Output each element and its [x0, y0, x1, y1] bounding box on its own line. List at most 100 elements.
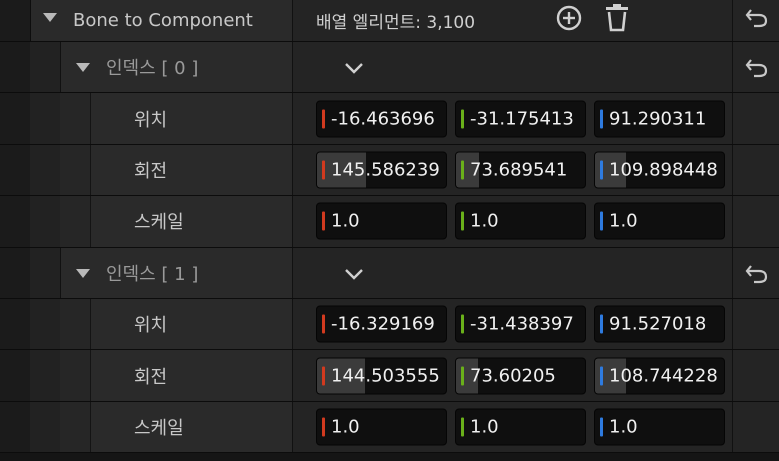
property-name: Bone to Component — [73, 10, 253, 31]
value-field-y[interactable]: 1.0 — [455, 202, 586, 240]
value-field-x[interactable]: 1.0 — [316, 202, 447, 240]
triangle-down-icon[interactable] — [76, 268, 90, 278]
array-count: 배열 엘리먼트: 3,100 — [316, 13, 476, 33]
value-text: 144.503555 — [331, 365, 440, 387]
value-field-x[interactable]: 1.0 — [316, 408, 447, 446]
gutter — [60, 93, 91, 144]
trash-icon[interactable] — [603, 3, 631, 33]
value-field-y[interactable]: -31.175413 — [455, 100, 586, 138]
name-cell — [91, 401, 292, 453]
reset-cell — [732, 299, 779, 350]
reset-arrow-icon[interactable] — [744, 7, 770, 29]
gutter — [0, 93, 31, 144]
gutter — [30, 401, 61, 453]
gutter — [0, 247, 31, 298]
array-element-header: 인덱스 [ 0 ] — [0, 42, 779, 94]
reset-cell — [732, 196, 779, 247]
value-field-z[interactable]: 1.0 — [594, 408, 725, 446]
value-text: 91.290311 — [609, 108, 707, 130]
gutter — [60, 144, 91, 196]
reset-arrow-icon[interactable] — [744, 263, 770, 285]
gutter — [30, 196, 61, 247]
transform-label: 스케일 — [134, 417, 184, 439]
axis-y-indicator — [461, 417, 464, 437]
axis-x-indicator — [322, 417, 325, 437]
chevron-down-icon[interactable] — [343, 61, 365, 75]
transform-row: 회전 144.503555 73.60205 108.744228 — [0, 350, 779, 402]
gutter — [0, 0, 31, 41]
transform-label: 위치 — [134, 109, 168, 131]
value-text: 145.586239 — [331, 159, 440, 181]
transform-row: 스케일 1.0 1.0 1.0 — [0, 401, 779, 454]
reset-arrow-icon[interactable] — [744, 57, 770, 79]
value-text: -31.438397 — [470, 313, 574, 335]
axis-y-indicator — [461, 211, 464, 231]
value-text: 1.0 — [331, 416, 360, 438]
value-text: 1.0 — [331, 210, 360, 232]
axis-z-indicator — [600, 160, 603, 180]
value-text: 1.0 — [609, 416, 638, 438]
value-field-z[interactable]: 91.527018 — [594, 305, 725, 343]
reset-cell — [732, 144, 779, 196]
transform-label: 회전 — [134, 366, 168, 388]
value-field-z[interactable]: 1.0 — [594, 202, 725, 240]
transform-row: 스케일 1.0 1.0 1.0 — [0, 196, 779, 248]
value-field-x[interactable]: -16.329169 — [316, 305, 447, 343]
transform-label: 회전 — [134, 160, 168, 182]
name-cell — [91, 299, 292, 350]
reset-cell — [732, 93, 779, 144]
value-field-x[interactable]: 144.503555 — [316, 357, 447, 395]
gutter — [0, 350, 31, 401]
transform-row: 위치 -16.463696 -31.175413 91.290311 — [0, 93, 779, 145]
chevron-down-icon[interactable] — [343, 267, 365, 281]
transform-row: 회전 145.586239 73.689541 109.898448 — [0, 144, 779, 197]
gutter — [30, 247, 61, 298]
axis-z-indicator — [600, 314, 603, 334]
value-text: 109.898448 — [609, 159, 718, 181]
details-panel: Bone to Component 배열 엘리먼트: 3,100 인덱스 [ 0… — [0, 0, 779, 461]
gutter — [60, 350, 91, 401]
axis-x-indicator — [322, 109, 325, 129]
value-field-x[interactable]: -16.463696 — [316, 100, 447, 138]
value-text: -31.175413 — [470, 108, 574, 130]
value-text: -16.329169 — [331, 313, 435, 335]
triangle-down-icon[interactable] — [43, 13, 57, 22]
value-field-y[interactable]: 73.689541 — [455, 151, 586, 189]
transform-label: 위치 — [134, 315, 168, 337]
transform-label: 스케일 — [134, 212, 184, 234]
value-text: 73.689541 — [470, 159, 568, 181]
name-cell — [91, 196, 292, 247]
triangle-down-icon[interactable] — [76, 63, 90, 72]
axis-z-indicator — [600, 109, 603, 129]
value-text: 73.60205 — [470, 365, 556, 387]
value-text: 1.0 — [470, 210, 499, 232]
axis-x-indicator — [322, 314, 325, 334]
gutter — [60, 401, 91, 453]
axis-z-indicator — [600, 211, 603, 231]
value-field-y[interactable]: 1.0 — [455, 408, 586, 446]
axis-z-indicator — [600, 366, 603, 386]
value-field-z[interactable]: 91.290311 — [594, 100, 725, 138]
value-field-x[interactable]: 145.586239 — [316, 151, 447, 189]
value-field-z[interactable]: 109.898448 — [594, 151, 725, 189]
axis-y-indicator — [461, 160, 464, 180]
gutter — [0, 144, 31, 196]
axis-y-indicator — [461, 314, 464, 334]
gutter — [30, 350, 61, 401]
axis-x-indicator — [322, 160, 325, 180]
array-element-header: 인덱스 [ 1 ] — [0, 247, 779, 299]
gutter — [30, 42, 61, 93]
value-text: 91.527018 — [609, 313, 707, 335]
axis-x-indicator — [322, 366, 325, 386]
name-cell — [91, 144, 292, 196]
plus-circle-icon[interactable] — [555, 4, 583, 32]
name-cell — [91, 350, 292, 401]
transform-row: 위치 -16.329169 -31.438397 91.527018 — [0, 299, 779, 351]
gutter — [60, 299, 91, 350]
value-field-z[interactable]: 108.744228 — [594, 357, 725, 395]
value-field-y[interactable]: -31.438397 — [455, 305, 586, 343]
gutter — [0, 401, 31, 453]
gutter — [30, 144, 61, 196]
value-field-y[interactable]: 73.60205 — [455, 357, 586, 395]
axis-z-indicator — [600, 417, 603, 437]
